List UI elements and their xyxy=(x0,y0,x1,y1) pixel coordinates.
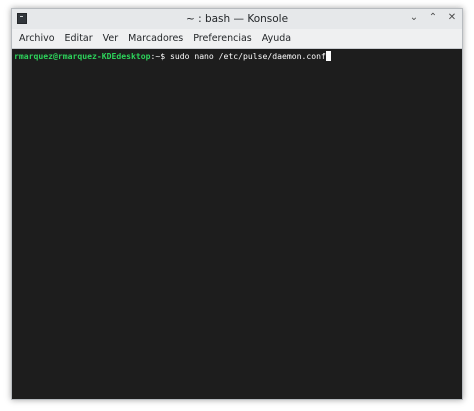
menu-ayuda[interactable]: Ayuda xyxy=(257,31,296,46)
menu-preferencias[interactable]: Preferencias xyxy=(188,31,257,46)
terminal-area[interactable]: rmarquez@rmarquez-KDEdesktop:~$ sudo nan… xyxy=(12,48,462,399)
menu-marcadores[interactable]: Marcadores xyxy=(123,31,188,46)
prompt-path: :~$ xyxy=(150,51,166,61)
text-cursor xyxy=(325,51,331,61)
prompt-user-host: rmarquez@rmarquez-KDEdesktop xyxy=(14,51,151,61)
terminal-line: rmarquez@rmarquez-KDEdesktop:~$ sudo nan… xyxy=(14,51,331,62)
menu-bar: Archivo Editar Ver Marcadores Preferenci… xyxy=(12,29,462,48)
terminal-scrollbar[interactable] xyxy=(454,49,462,399)
minimize-icon[interactable]: ⌄ xyxy=(408,11,420,25)
maximize-icon[interactable]: ⌃ xyxy=(427,11,439,25)
menu-ver[interactable]: Ver xyxy=(98,31,124,46)
close-icon[interactable]: ✕ xyxy=(446,11,458,25)
menu-editar[interactable]: Editar xyxy=(60,31,98,46)
title-bar[interactable]: ~ : bash — Konsole ⌄ ⌃ ✕ xyxy=(12,9,462,29)
window-title: ~ : bash — Konsole xyxy=(185,13,289,25)
window-controls: ⌄ ⌃ ✕ xyxy=(408,11,458,25)
konsole-window: ~ : bash — Konsole ⌄ ⌃ ✕ Archivo Editar … xyxy=(11,8,463,400)
terminal-command: sudo nano /etc/pulse/daemon.conf xyxy=(165,51,326,61)
menu-archivo[interactable]: Archivo xyxy=(14,31,60,46)
konsole-app-icon[interactable] xyxy=(17,13,27,24)
